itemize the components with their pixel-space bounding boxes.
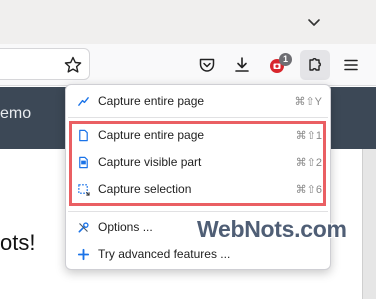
star-icon[interactable] [62, 54, 84, 76]
extensions-puzzle-icon[interactable] [300, 50, 330, 80]
menu-separator [68, 117, 328, 118]
page-scrollbar[interactable] [362, 149, 376, 299]
download-icon[interactable] [231, 54, 253, 76]
tools-icon [76, 220, 90, 234]
highlight-box [69, 121, 326, 206]
menu-item-label: Try advanced features ... [98, 247, 231, 261]
hero-heading: ots! [0, 230, 36, 255]
hamburger-menu-icon[interactable] [340, 54, 362, 76]
menu-item-try-advanced[interactable]: Try advanced features ... [74, 243, 324, 265]
menu-item-label: Capture entire page [98, 94, 205, 108]
menu-item-capture-page-quick[interactable]: Capture entire page ⌘⇧Y [74, 90, 324, 112]
capture-page-icon [76, 94, 90, 108]
watermark-logo: WebNots.com [197, 216, 347, 242]
menu-separator [68, 211, 328, 212]
browser-titlebar [0, 0, 376, 44]
chevron-down-icon[interactable] [306, 14, 322, 30]
pocket-icon[interactable] [196, 54, 218, 76]
notification-badge: 1 [279, 53, 292, 66]
plus-icon [76, 247, 90, 261]
shortcut-label: ⌘⇧Y [294, 95, 322, 108]
nav-text: emo [0, 105, 32, 122]
